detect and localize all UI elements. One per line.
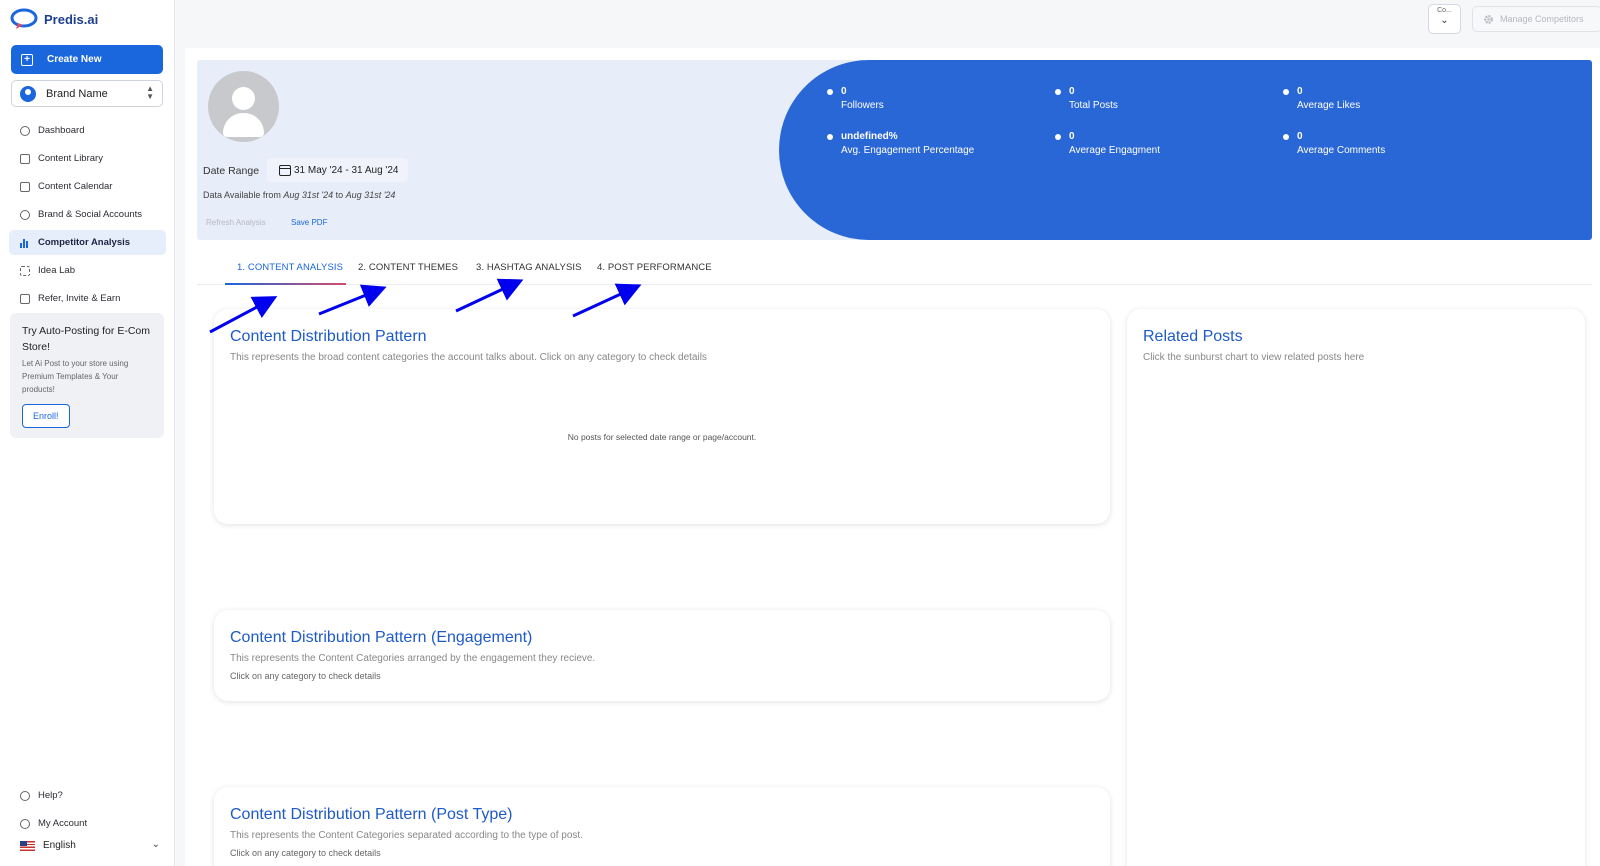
tab-hashtag-analysis[interactable]: 3. HASHTAG ANALYSIS [476, 262, 582, 273]
sidebar-bottom-nav: Help? My Account [9, 783, 166, 839]
stat-total-posts: 0 Total Posts [1055, 85, 1118, 113]
engagement-distribution-card: Content Distribution Pattern (Engagement… [214, 610, 1110, 701]
create-new-button[interactable]: + Create New [11, 45, 163, 74]
tab-post-performance[interactable]: 4. POST PERFORMANCE [597, 262, 712, 273]
library-icon [20, 153, 30, 164]
sidebar-nav: Dashboard Content Library Content Calend… [9, 118, 166, 314]
tab-content-themes[interactable]: 2. CONTENT THEMES [358, 262, 458, 273]
stat-followers: 0 Followers [827, 85, 884, 113]
post-type-distribution-card: Content Distribution Pattern (Post Type)… [214, 787, 1110, 866]
sidebar-item-label: Content Calendar [38, 181, 113, 192]
language-select[interactable]: English ⌄ [20, 839, 160, 851]
stats-panel: 0 Followers 0 Total Posts 0 Average Like… [779, 60, 1592, 240]
brand-select[interactable]: Brand Name ▲ ▼ [11, 80, 163, 107]
sidebar-item-idea-lab[interactable]: Idea Lab [9, 258, 166, 283]
language-label: English [43, 840, 76, 851]
sidebar-item-content-library[interactable]: Content Library [9, 146, 166, 171]
stat-engagement-percentage: undefined% Avg. Engagement Percentage [827, 130, 974, 158]
help-icon [20, 790, 30, 801]
create-new-label: Create New [47, 54, 102, 65]
empty-state-message: No posts for selected date range or page… [567, 432, 757, 442]
competitor-select[interactable]: Co... ⌄ [1428, 4, 1461, 34]
stat-average-engagement: 0 Average Engagment [1055, 130, 1160, 158]
updown-icon: ▲ ▼ [146, 84, 154, 101]
sidebar-item-label: Idea Lab [38, 265, 75, 276]
brand-icon [20, 209, 30, 220]
sidebar-item-help[interactable]: Help? [9, 783, 166, 808]
avatar [208, 71, 279, 142]
logo-text: Predis.ai [44, 11, 99, 27]
calendar-icon [20, 181, 30, 192]
gift-icon [20, 293, 30, 304]
profile-summary: Date Range 31 May '24 - 31 Aug '24 Data … [197, 60, 1592, 240]
stat-average-likes: 0 Average Likes [1283, 85, 1360, 113]
promo-text: Let Ai Post to your store using Premium … [22, 359, 129, 394]
sidebar-item-label: Content Library [38, 153, 103, 164]
sidebar-item-label: Refer, Invite & Earn [38, 293, 121, 304]
card-subtitle: This represents the broad content catego… [230, 352, 707, 363]
gear-icon [1484, 14, 1493, 24]
brand-select-label: Brand Name [46, 87, 108, 100]
card-title: Content Distribution Pattern (Post Type) [230, 806, 513, 823]
calendar-icon [279, 164, 291, 176]
card-subtitle: This represents the Content Categories s… [230, 830, 583, 841]
topbar [176, 0, 1600, 48]
sidebar-item-label: Brand & Social Accounts [38, 209, 143, 220]
manage-competitors-button[interactable]: Manage Competitors [1472, 6, 1600, 32]
sidebar-item-label: Help? [38, 790, 63, 801]
card-hint: Click on any category to check details [230, 848, 381, 858]
date-range-value: 31 May '24 - 31 Aug '24 [294, 164, 399, 176]
competitor-select-label: Co... [1437, 7, 1452, 14]
manage-competitors-label: Manage Competitors [1500, 14, 1584, 24]
date-range-picker[interactable]: 31 May '24 - 31 Aug '24 [267, 158, 409, 182]
save-pdf-button[interactable]: Save PDF [291, 218, 327, 227]
sidebar-item-label: Dashboard [38, 125, 85, 136]
user-icon [20, 85, 36, 102]
idea-icon [20, 265, 30, 276]
sidebar-item-label: Competitor Analysis [38, 237, 131, 248]
card-title: Related Posts [1143, 328, 1243, 345]
stat-average-comments: 0 Average Comments [1283, 130, 1385, 158]
chevron-down-icon: ⌄ [1440, 15, 1449, 26]
promo-card: Try Auto-Posting for E-Com Store! Let Ai… [10, 313, 164, 438]
card-title: Content Distribution Pattern (Engagement… [230, 629, 533, 646]
tab-content-analysis[interactable]: 1. CONTENT ANALYSIS [237, 262, 343, 273]
home-icon [20, 125, 30, 136]
active-tab-indicator [225, 283, 346, 285]
sidebar: Predis.ai + Create New Brand Name ▲ ▼ Das… [0, 0, 175, 866]
sidebar-item-content-calendar[interactable]: Content Calendar [9, 174, 166, 199]
card-subtitle: This represents the Content Categories a… [230, 653, 596, 664]
account-icon [20, 818, 30, 829]
data-availability: Data Available from Aug 31st '24 to Aug … [203, 190, 396, 200]
promo-title: Try Auto-Posting for E-Com Store! [22, 325, 150, 353]
us-flag-icon [20, 840, 35, 851]
chevron-down-icon: ⌄ [151, 839, 160, 850]
plus-icon: + [21, 53, 33, 66]
card-hint: Click on any category to check details [230, 671, 381, 681]
related-posts-card: Related Posts Click the sunburst chart t… [1127, 309, 1585, 866]
sidebar-item-competitor-analysis[interactable]: Competitor Analysis [9, 230, 166, 255]
analysis-tabs: 1. CONTENT ANALYSIS 2. CONTENT THEMES 3.… [197, 250, 1592, 285]
bar-chart-icon [20, 238, 30, 248]
sidebar-item-brand-social[interactable]: Brand & Social Accounts [9, 202, 166, 227]
sidebar-item-dashboard[interactable]: Dashboard [9, 118, 166, 143]
logo-icon [10, 8, 38, 29]
card-title: Content Distribution Pattern [230, 328, 427, 345]
content-distribution-card: Content Distribution Pattern This repres… [214, 309, 1110, 524]
logo[interactable]: Predis.ai [10, 8, 98, 30]
refresh-analysis-button[interactable]: Refresh Analysis [206, 218, 266, 227]
sidebar-item-label: My Account [38, 818, 88, 829]
date-range-label: Date Range [203, 165, 260, 177]
card-subtitle: Click the sunburst chart to view related… [1143, 352, 1365, 363]
sidebar-item-my-account[interactable]: My Account [9, 811, 166, 836]
sidebar-item-refer[interactable]: Refer, Invite & Earn [9, 286, 166, 311]
enroll-button[interactable]: Enroll! [22, 404, 70, 428]
